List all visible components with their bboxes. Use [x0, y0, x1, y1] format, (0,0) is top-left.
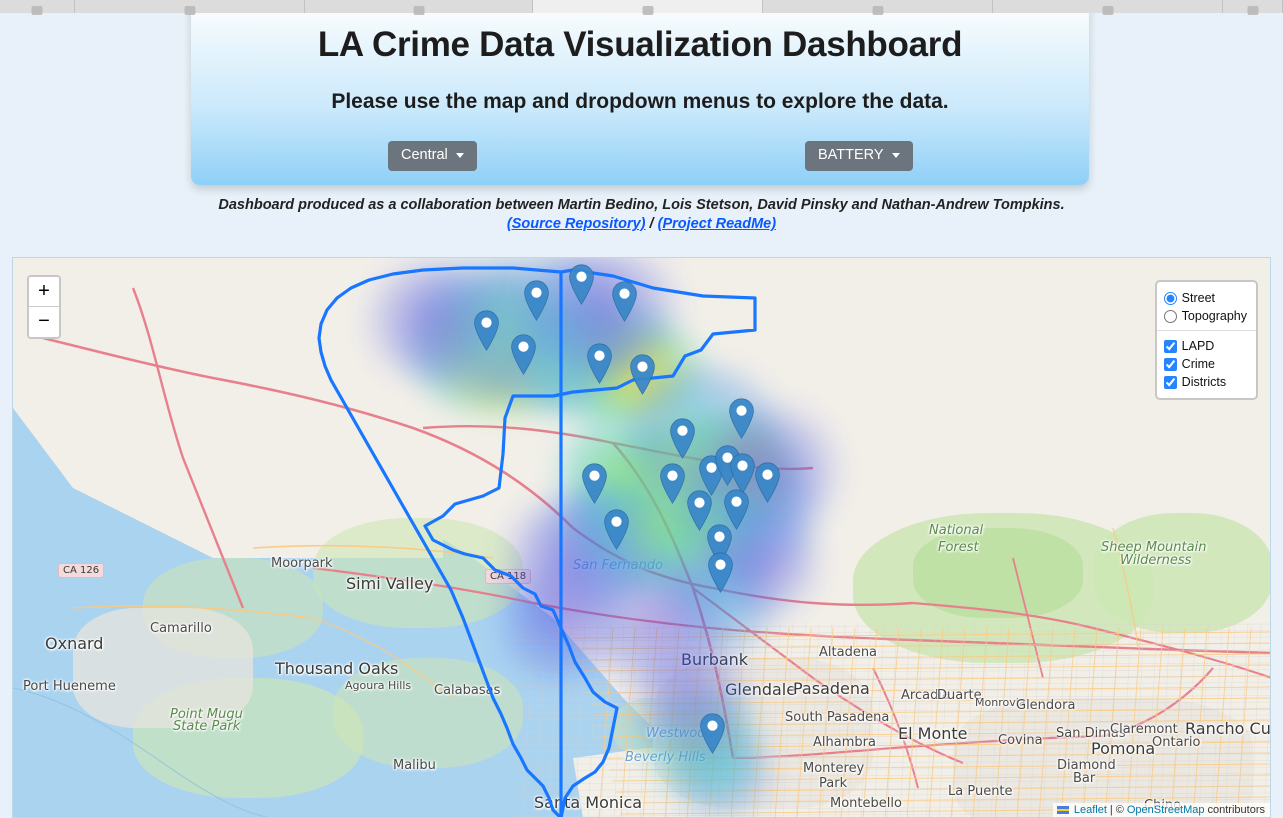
crime-dropdown-wrap: BATTERY: [805, 141, 913, 171]
basemap-option-topography[interactable]: Topography: [1163, 307, 1247, 325]
map-marker-pin[interactable]: [729, 398, 754, 439]
header-jumbotron: LA Crime Data Visualization Dashboard Pl…: [191, 0, 1089, 185]
map-pin-icon: [587, 343, 612, 384]
overlay-checkbox-crime[interactable]: [1163, 357, 1177, 371]
map-attribution: Leaflet | © OpenStreetMap contributors: [1052, 803, 1270, 817]
basemap-radio-street[interactable]: [1163, 291, 1177, 305]
basemap-label: Street: [1181, 291, 1216, 305]
browser-tab-1[interactable]: [75, 0, 305, 15]
overlay-checkbox-group: LAPD Crime Districts: [1163, 337, 1247, 391]
credits-links: (Source Repository) / (Project ReadMe): [0, 215, 1283, 234]
overlay-checkbox-districts[interactable]: [1163, 375, 1177, 389]
browser-tab-6[interactable]: [1223, 0, 1283, 15]
map-marker-pin[interactable]: [511, 334, 536, 375]
map-marker-pin[interactable]: [612, 281, 637, 322]
map-marker-pin[interactable]: [604, 509, 629, 550]
basemap-radio-topography[interactable]: [1163, 309, 1177, 323]
attribution-divider: |: [1109, 804, 1113, 816]
dropdown-controls-row: Central BATTERY: [191, 141, 1089, 173]
overlay-option-lapd[interactable]: LAPD: [1163, 337, 1247, 355]
map-pin-icon: [660, 463, 685, 504]
credits-text: Dashboard produced as a collaboration be…: [218, 197, 1065, 213]
attribution-copyright: ©: [1115, 804, 1124, 816]
map-pin-icon: [511, 334, 536, 375]
overlay-label: Crime: [1181, 357, 1216, 371]
map-marker-pin[interactable]: [730, 453, 755, 494]
browser-tab-0[interactable]: [0, 0, 75, 15]
map-pin-icon: [708, 552, 733, 593]
map-marker-pin[interactable]: [670, 418, 695, 459]
overlay-option-crime[interactable]: Crime: [1163, 355, 1247, 373]
basemap-option-street[interactable]: Street: [1163, 289, 1247, 307]
map-marker-pin[interactable]: [755, 462, 780, 503]
map-marker-pin[interactable]: [660, 463, 685, 504]
area-dropdown-wrap: Central: [388, 141, 477, 171]
map-pin-icon: [730, 453, 755, 494]
dashboard-page: LA Crime Data Visualization Dashboard Pl…: [0, 0, 1283, 818]
tab-favicon-icon: [872, 6, 883, 15]
browser-tab-strip: [0, 0, 1283, 15]
map-marker-pin[interactable]: [474, 310, 499, 351]
tab-favicon-icon: [642, 6, 653, 15]
browser-tab-3[interactable]: [533, 0, 763, 15]
overlay-label: Districts: [1181, 375, 1227, 389]
tab-favicon-icon: [31, 6, 43, 15]
crime-dropdown-label: BATTERY: [818, 147, 884, 163]
page-subtitle: Please use the map and dropdown menus to…: [331, 90, 949, 113]
lapd-station-marker-layer: [13, 258, 1270, 817]
leaflet-link[interactable]: Leaflet: [1074, 804, 1107, 816]
map-marker-pin[interactable]: [582, 463, 607, 504]
attribution-contributors: contributors: [1207, 804, 1265, 816]
map-pin-icon: [612, 281, 637, 322]
map-pin-icon: [700, 713, 725, 754]
zoom-in-button[interactable]: +: [29, 277, 59, 307]
map-marker-pin[interactable]: [524, 280, 549, 321]
overlay-label: LAPD: [1181, 339, 1215, 353]
tab-favicon-icon: [184, 6, 195, 15]
openstreetmap-link[interactable]: OpenStreetMap: [1127, 804, 1205, 816]
map-marker-pin[interactable]: [708, 552, 733, 593]
map-pin-icon: [524, 280, 549, 321]
map-pin-icon: [755, 462, 780, 503]
crime-dropdown-button[interactable]: BATTERY: [805, 141, 913, 171]
map-marker-pin[interactable]: [569, 264, 594, 305]
chevron-down-icon: [455, 152, 464, 158]
source-repository-link[interactable]: (Source Repository): [507, 216, 646, 232]
browser-tab-4[interactable]: [763, 0, 993, 15]
tab-favicon-icon: [1247, 6, 1258, 15]
credits-block: Dashboard produced as a collaboration be…: [0, 196, 1283, 234]
credits-separator: /: [645, 216, 658, 233]
map-pin-icon: [569, 264, 594, 305]
map-pin-icon: [474, 310, 499, 351]
tab-favicon-icon: [413, 6, 424, 15]
map-pin-icon: [630, 354, 655, 395]
layer-control-divider: [1156, 330, 1256, 331]
area-dropdown-label: Central: [401, 147, 448, 163]
browser-tab-2[interactable]: [305, 0, 533, 15]
project-readme-link[interactable]: (Project ReadMe): [658, 216, 776, 232]
map-pin-icon: [729, 398, 754, 439]
overlay-checkbox-lapd[interactable]: [1163, 339, 1177, 353]
overlay-option-districts[interactable]: Districts: [1163, 373, 1247, 391]
tab-favicon-icon: [1102, 6, 1113, 15]
basemap-radio-group: Street Topography: [1163, 289, 1247, 325]
leaflet-flag-icon: [1056, 806, 1069, 814]
chevron-down-icon: [891, 152, 900, 158]
map-marker-pin[interactable]: [700, 713, 725, 754]
browser-tab-5[interactable]: [993, 0, 1223, 15]
area-dropdown-button[interactable]: Central: [388, 141, 477, 171]
zoom-out-button[interactable]: −: [29, 307, 59, 337]
map-pin-icon: [670, 418, 695, 459]
zoom-control: + −: [27, 275, 61, 339]
leaflet-map[interactable]: Moorpark Simi Valley Oxnard Camarillo Port H…: [12, 257, 1271, 818]
basemap-label: Topography: [1181, 309, 1247, 323]
map-pin-icon: [582, 463, 607, 504]
layer-control[interactable]: Street Topography LAPD Crime Districts: [1154, 280, 1258, 400]
map-marker-pin[interactable]: [630, 354, 655, 395]
map-marker-pin[interactable]: [587, 343, 612, 384]
map-pin-icon: [604, 509, 629, 550]
